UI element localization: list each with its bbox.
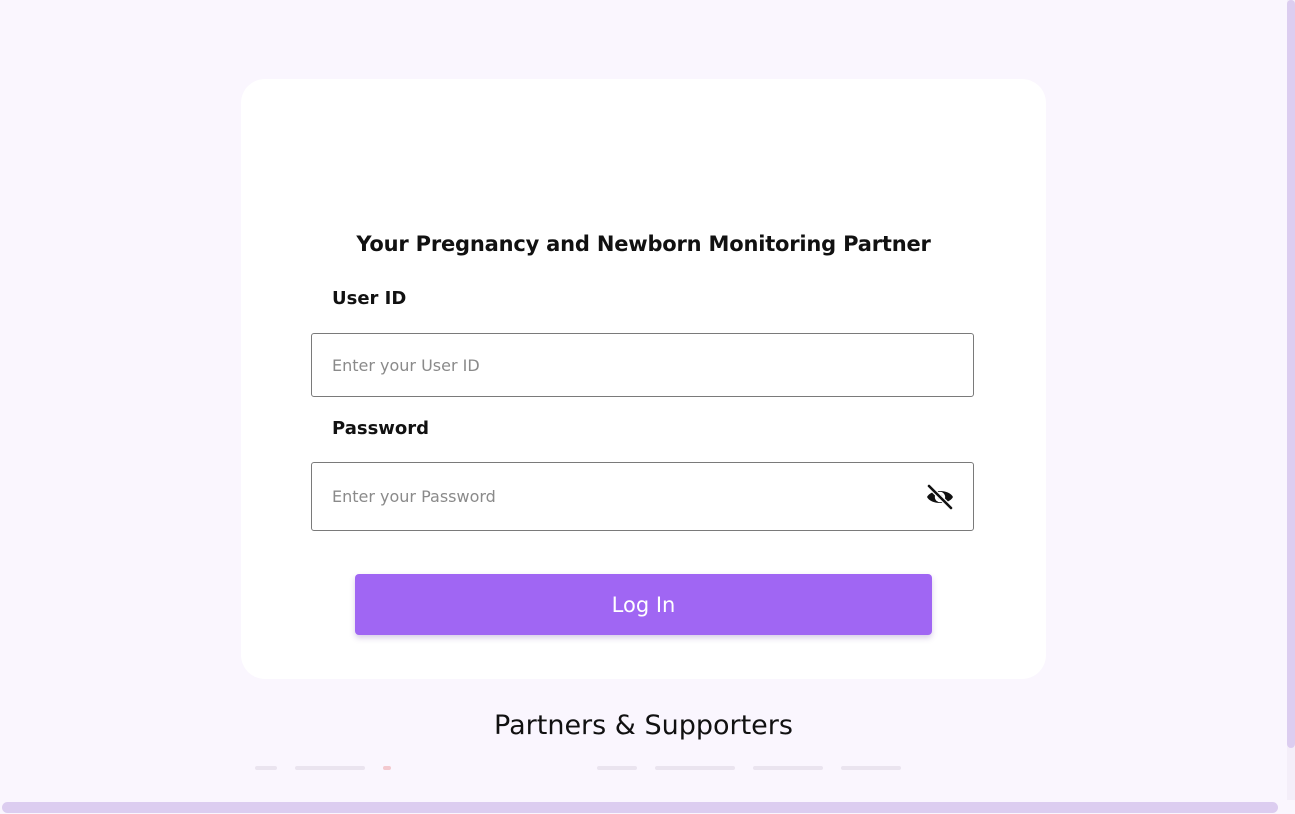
vertical-scrollbar-thumb[interactable] [1287, 0, 1295, 748]
partner-logo [655, 766, 735, 770]
partners-title: Partners & Supporters [494, 710, 793, 741]
user-id-field-box[interactable] [311, 333, 974, 397]
password-label: Password [332, 418, 430, 439]
partner-logo [295, 766, 365, 770]
tagline: Your Pregnancy and Newborn Monitoring Pa… [356, 232, 931, 256]
eye-off-icon[interactable] [925, 482, 955, 512]
horizontal-scrollbar-thumb[interactable] [2, 802, 1278, 813]
partner-logo [841, 766, 901, 770]
partner-logo [597, 766, 637, 770]
password-input[interactable] [332, 463, 892, 530]
login-card: Your Pregnancy and Newborn Monitoring Pa… [241, 79, 1046, 679]
login-button[interactable]: Log In [355, 574, 932, 635]
partner-logo-spacer [409, 766, 579, 770]
user-id-input[interactable] [332, 334, 892, 396]
user-id-label: User ID [332, 288, 407, 309]
password-field-box[interactable] [311, 462, 974, 531]
partner-logo [255, 766, 277, 770]
eye-off-glyph [926, 483, 954, 510]
partner-logo [383, 766, 391, 770]
partner-logos-strip [255, 764, 1045, 772]
partner-logo [753, 766, 823, 770]
